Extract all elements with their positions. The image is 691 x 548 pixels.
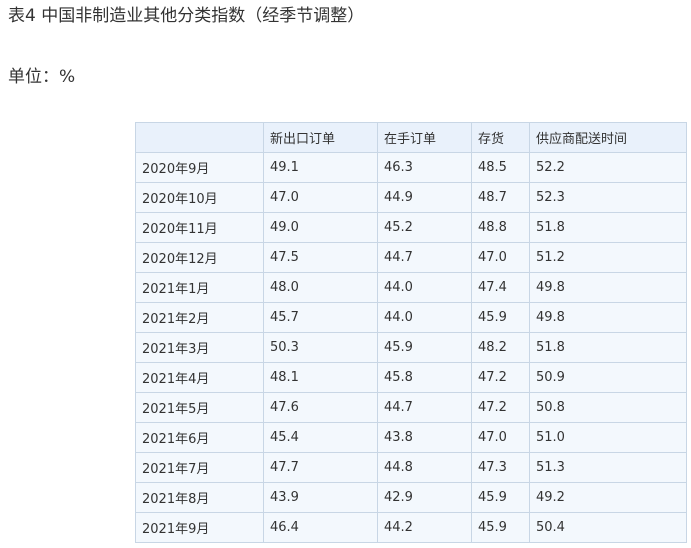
table-cell-supplier-delivery-time: 51.3 [529,452,687,483]
table-row: 2021年9月 46.4 44.2 45.9 50.4 [135,512,687,543]
table-cell-backlog-orders: 43.8 [377,422,472,453]
table-row: 2021年3月 50.3 45.9 48.2 51.8 [135,332,687,363]
table-cell-period: 2021年7月 [135,452,264,483]
table-cell-backlog-orders: 44.7 [377,392,472,423]
table-row: 2021年6月 45.4 43.8 47.0 51.0 [135,422,687,453]
table-cell-period: 2020年10月 [135,182,264,213]
table-row: 2021年5月 47.6 44.7 47.2 50.8 [135,392,687,423]
table-cell-period: 2021年2月 [135,302,264,333]
table-cell-period: 2021年3月 [135,332,264,363]
table-row: 2020年12月 47.5 44.7 47.0 51.2 [135,242,687,273]
table-row: 2021年4月 48.1 45.8 47.2 50.9 [135,362,687,393]
table-cell-backlog-orders: 44.0 [377,272,472,303]
table-cell-backlog-orders: 45.8 [377,362,472,393]
table-cell-supplier-delivery-time: 50.8 [529,392,687,423]
table-cell-backlog-orders: 44.7 [377,242,472,273]
table-row: 2020年9月 49.1 46.3 48.5 52.2 [135,152,687,183]
table-cell-backlog-orders: 42.9 [377,482,472,513]
header-row: 新出口订单 在手订单 存货 供应商配送时间 [135,122,687,153]
table-cell-backlog-orders: 46.3 [377,152,472,183]
table-cell-supplier-delivery-time: 51.2 [529,242,687,273]
table-cell-backlog-orders: 45.9 [377,332,472,363]
table-header: 新出口订单 在手订单 存货 供应商配送时间 [135,122,687,153]
header-cell-inventory: 存货 [471,122,530,153]
table-cell-supplier-delivery-time: 52.2 [529,152,687,183]
table-cell-inventory: 45.9 [471,302,530,333]
table-cell-new-export-orders: 45.4 [263,422,378,453]
table-cell-inventory: 48.5 [471,152,530,183]
table-cell-period: 2021年9月 [135,512,264,543]
table-cell-inventory: 47.0 [471,242,530,273]
table-cell-new-export-orders: 49.0 [263,212,378,243]
table-cell-period: 2021年4月 [135,362,264,393]
table-cell-supplier-delivery-time: 51.8 [529,332,687,363]
table-cell-supplier-delivery-time: 50.9 [529,362,687,393]
table-cell-inventory: 45.9 [471,512,530,543]
table-cell-supplier-delivery-time: 51.0 [529,422,687,453]
unit-label: 单位：% [8,67,76,87]
table-cell-new-export-orders: 45.7 [263,302,378,333]
table-cell-supplier-delivery-time: 49.2 [529,482,687,513]
page-title: 表4 中国非制造业其他分类指数（经季节调整） [8,6,365,26]
table-cell-new-export-orders: 47.0 [263,182,378,213]
table-cell-backlog-orders: 44.8 [377,452,472,483]
table-row: 2021年1月 48.0 44.0 47.4 49.8 [135,272,687,303]
index-table: 新出口订单 在手订单 存货 供应商配送时间 2020年9月 49.1 46.3 48.… [135,122,687,543]
table-cell-inventory: 48.2 [471,332,530,363]
table-cell-inventory: 47.3 [471,452,530,483]
table-cell-new-export-orders: 48.0 [263,272,378,303]
header-cell-supplier-delivery-time: 供应商配送时间 [529,122,687,153]
header-cell-period [135,122,264,153]
table-cell-inventory: 47.2 [471,362,530,393]
table-cell-new-export-orders: 46.4 [263,512,378,543]
table-row: 2021年7月 47.7 44.8 47.3 51.3 [135,452,687,483]
table-cell-supplier-delivery-time: 49.8 [529,302,687,333]
table-cell-backlog-orders: 44.9 [377,182,472,213]
table-cell-inventory: 47.4 [471,272,530,303]
table-row: 2021年2月 45.7 44.0 45.9 49.8 [135,302,687,333]
table-cell-inventory: 48.7 [471,182,530,213]
table-cell-supplier-delivery-time: 50.4 [529,512,687,543]
table-cell-period: 2020年9月 [135,152,264,183]
table-cell-period: 2020年12月 [135,242,264,273]
table-cell-period: 2020年11月 [135,212,264,243]
table-cell-new-export-orders: 47.6 [263,392,378,423]
table-cell-new-export-orders: 50.3 [263,332,378,363]
table-row: 2020年10月 47.0 44.9 48.7 52.3 [135,182,687,213]
table-cell-supplier-delivery-time: 51.8 [529,212,687,243]
table-row: 2021年8月 43.9 42.9 45.9 49.2 [135,482,687,513]
header-cell-new-export-orders: 新出口订单 [263,122,378,153]
table-cell-new-export-orders: 47.7 [263,452,378,483]
table-cell-backlog-orders: 44.0 [377,302,472,333]
table-cell-period: 2021年6月 [135,422,264,453]
table-cell-supplier-delivery-time: 49.8 [529,272,687,303]
table-cell-inventory: 48.8 [471,212,530,243]
table-cell-new-export-orders: 43.9 [263,482,378,513]
table-cell-inventory: 45.9 [471,482,530,513]
table-cell-inventory: 47.2 [471,392,530,423]
table-body: 2020年9月 49.1 46.3 48.5 52.2 2020年10月 47.0 44.9 4… [135,152,687,543]
table-cell-period: 2021年5月 [135,392,264,423]
table-cell-backlog-orders: 45.2 [377,212,472,243]
table-cell-period: 2021年1月 [135,272,264,303]
table-cell-backlog-orders: 44.2 [377,512,472,543]
table-cell-inventory: 47.0 [471,422,530,453]
table-cell-period: 2021年8月 [135,482,264,513]
table-cell-supplier-delivery-time: 52.3 [529,182,687,213]
table-row: 2020年11月 49.0 45.2 48.8 51.8 [135,212,687,243]
table-cell-new-export-orders: 47.5 [263,242,378,273]
header-cell-backlog-orders: 在手订单 [377,122,472,153]
table-cell-new-export-orders: 48.1 [263,362,378,393]
table-cell-new-export-orders: 49.1 [263,152,378,183]
